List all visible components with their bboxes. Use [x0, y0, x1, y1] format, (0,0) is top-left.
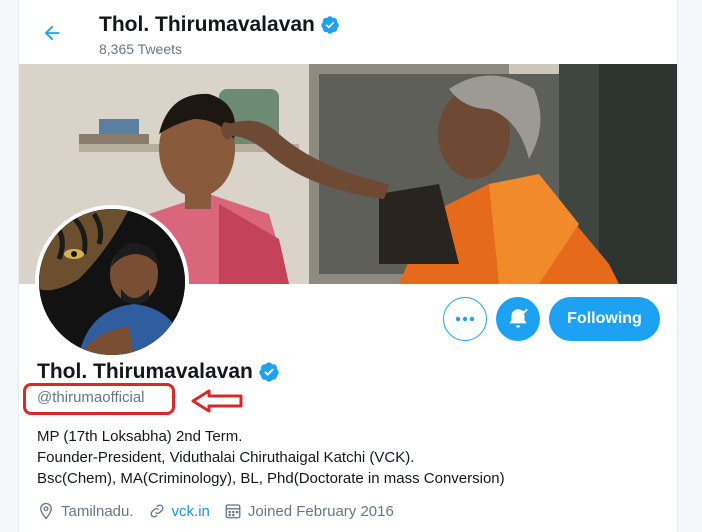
notifications-button[interactable]	[496, 297, 540, 341]
location-text: Tamilnadu.	[61, 502, 134, 520]
bio-line: Founder-President, Viduthalai Chiruthaig…	[37, 449, 415, 466]
header-title: Thol. Thirumavalavan	[99, 13, 340, 37]
bio-line: Bsc(Chem), MA(Criminology), BL, Phd(Doct…	[37, 470, 505, 487]
joined-text: Joined February 2016	[247, 502, 394, 520]
profile-display-name: Thol. Thirumavalavan	[37, 360, 253, 383]
verified-badge-icon	[320, 15, 340, 35]
profile-name: Thol. Thirumavalavan	[37, 360, 280, 384]
following-button[interactable]: Following	[549, 297, 660, 341]
location-item: Tamilnadu.	[37, 502, 134, 520]
website-link[interactable]: vck.in	[172, 503, 210, 520]
verified-badge-icon	[258, 361, 280, 383]
arrow-left-icon	[44, 25, 60, 41]
handle-highlight-box	[23, 383, 175, 415]
more-dots-icon	[455, 316, 475, 322]
avatar-image	[39, 209, 185, 355]
bell-check-icon	[509, 308, 528, 328]
more-options-button[interactable]	[443, 297, 487, 341]
location-pin-icon	[40, 502, 52, 520]
arrow-left-annotation-icon	[191, 389, 243, 413]
tweet-count: 8,365 Tweets	[99, 41, 183, 57]
joined-item: Joined February 2016	[224, 502, 394, 520]
profile-bio: MP (17th Loksabha) 2nd Term. Founder-Pre…	[37, 426, 505, 489]
profile-header: Thol. Thirumavalavan 8,365 Tweets	[19, 0, 677, 64]
link-icon	[150, 504, 164, 518]
website-item: vck.in	[148, 502, 210, 520]
profile-column: Thol. Thirumavalavan 8,365 Tweets Follow…	[18, 0, 678, 532]
avatar[interactable]	[35, 205, 189, 359]
bio-line: MP (17th Loksabha) 2nd Term.	[37, 428, 243, 445]
header-name: Thol. Thirumavalavan	[99, 13, 315, 36]
calendar-icon	[225, 504, 241, 519]
back-button[interactable]	[35, 16, 69, 50]
profile-meta: Tamilnadu. vck.in Joined February 2016	[37, 502, 408, 520]
